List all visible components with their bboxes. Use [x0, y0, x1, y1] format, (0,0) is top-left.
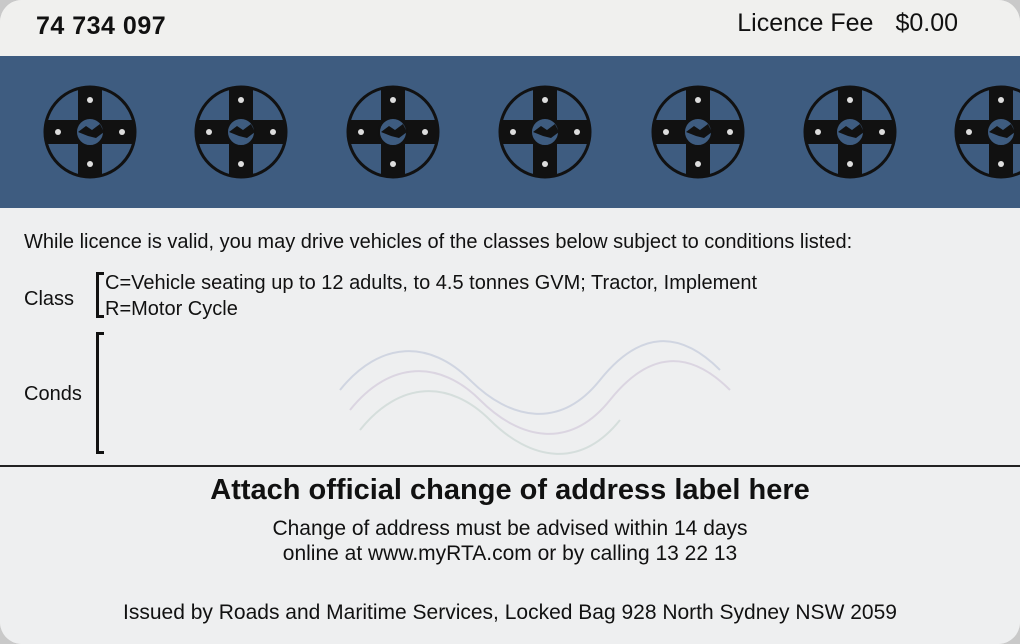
nsw-crest-icon — [43, 85, 137, 179]
conditions-label: Conds — [24, 383, 82, 405]
address-notice-line: Change of address must be advised within… — [272, 517, 748, 540]
nsw-crest-icon — [651, 85, 745, 179]
nsw-crest-icon — [346, 85, 440, 179]
class-bracket — [96, 272, 104, 318]
issuer-statement: Issued by Roads and Maritime Services, L… — [123, 601, 897, 624]
licence-number: 74 734 097 — [36, 12, 167, 40]
address-label-heading: Attach official change of address label … — [210, 474, 810, 506]
nsw-crest-icon — [194, 85, 288, 179]
class-label: Class — [24, 288, 75, 310]
conditions-bracket — [96, 332, 104, 454]
hologram-watermark — [339, 340, 731, 455]
licence-validity-statement: While licence is valid, you may drive ve… — [24, 231, 853, 253]
nsw-crest-icon — [498, 85, 592, 179]
fee-value: $0.00 — [895, 9, 958, 37]
class-entry: R=Motor Cycle — [105, 298, 238, 320]
emblem-band — [0, 56, 1020, 208]
fee-label: Licence Fee — [737, 9, 874, 37]
licence-fee: Licence Fee $0.00 — [737, 9, 958, 38]
section-divider — [0, 465, 1020, 467]
nsw-crest-icon — [954, 85, 1020, 179]
address-notice-line: online at www.myRTA.com or by calling 13… — [282, 542, 738, 565]
licence-card-back: 74 734 097 Licence Fee $0.00 While licen… — [0, 0, 1020, 644]
class-entry: C=Vehicle seating up to 12 adults, to 4.… — [105, 272, 758, 294]
nsw-crest-icon — [803, 85, 897, 179]
card-header: 74 734 097 Licence Fee $0.00 — [0, 0, 1020, 56]
